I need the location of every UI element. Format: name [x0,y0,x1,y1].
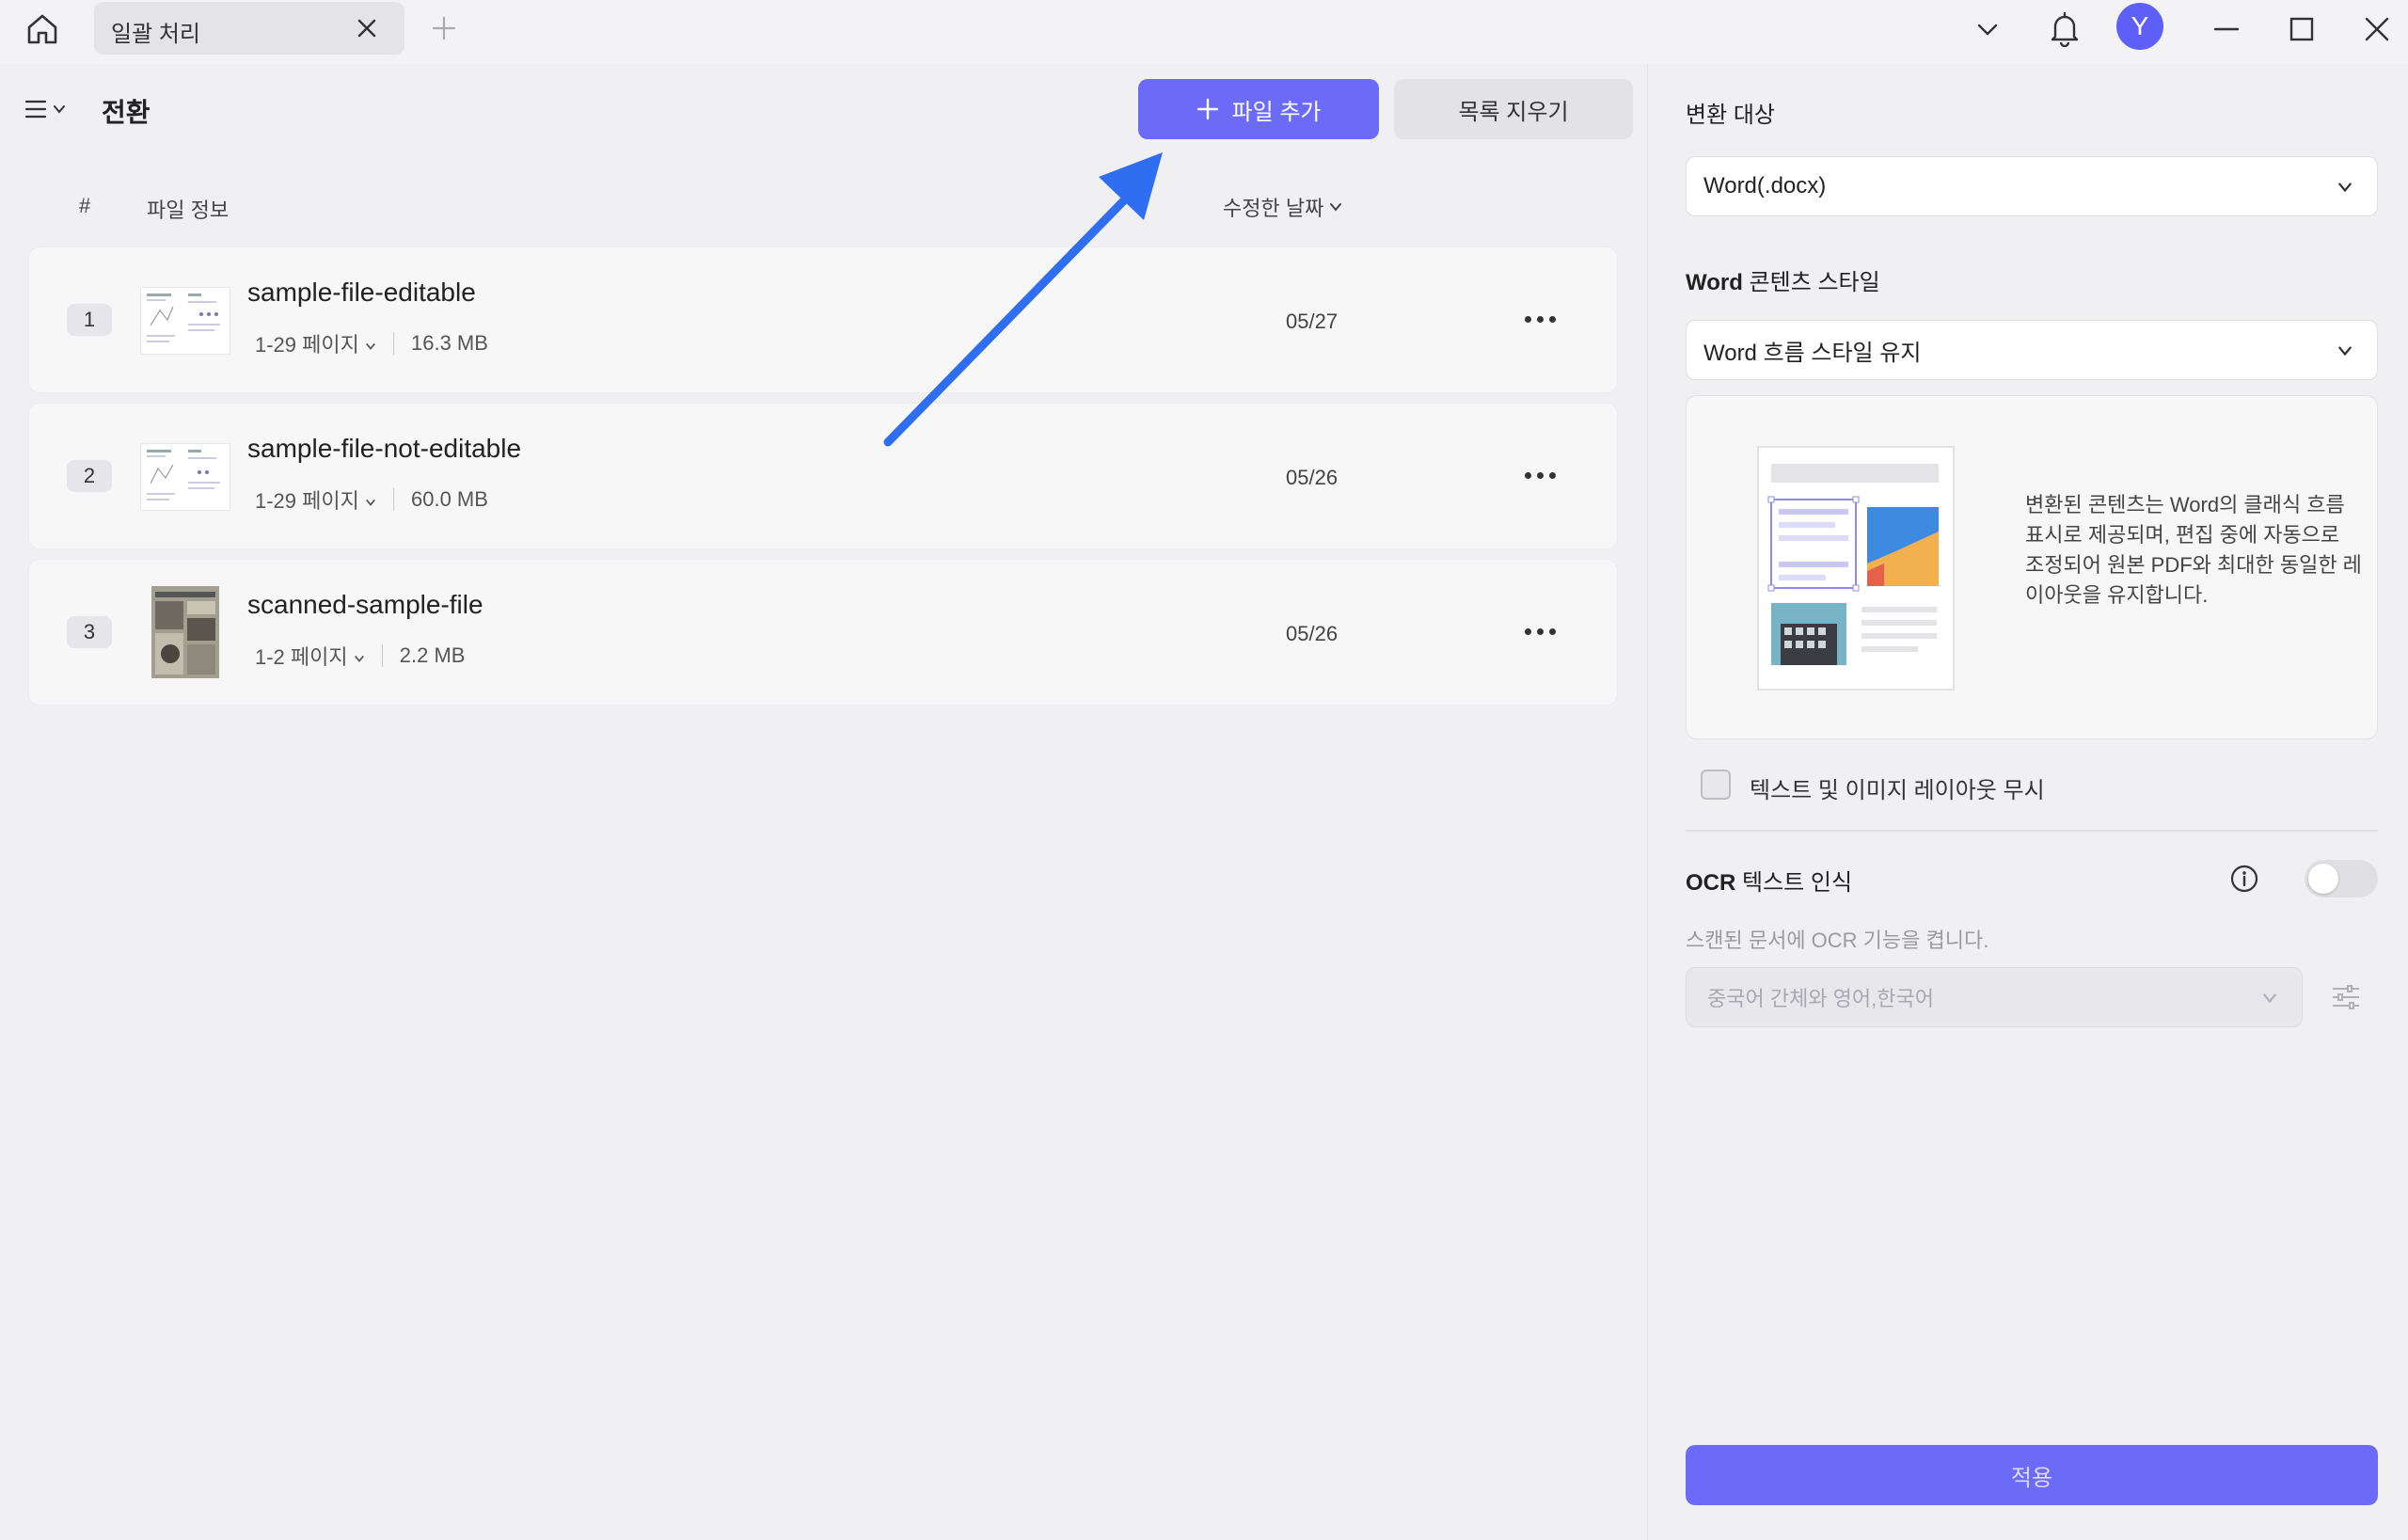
column-header-date: 수정한 날짜 [1223,197,1324,220]
file-row[interactable]: 2 sample-file-not-editable 1-29 페이지 60.0… [28,403,1618,549]
chevron-down-icon [366,342,375,350]
bell-icon [2051,11,2079,47]
file-date: 05/26 [1286,466,1339,489]
info-icon[interactable] [2227,862,2261,896]
file-row[interactable]: 3 scanned-sample-file 1-2 페이지 2.2 MB 05/… [28,559,1618,706]
more-options-button[interactable] [1513,612,1566,650]
divider [393,488,394,511]
minimize-button[interactable] [2203,6,2250,53]
divider [1686,830,2378,832]
page-range: 1-29 페이지 [255,489,359,513]
document-preview-illustration [1757,446,1955,691]
target-format-label: 변환 대상 [1686,103,1775,128]
page-range: 1-29 페이지 [255,333,359,357]
add-file-button[interactable]: 파일 추가 [1138,79,1379,139]
close-icon [2365,17,2389,41]
style-preview-description: 변환된 콘텐츠는 Word의 클래식 흐름 표시로 제공되며, 편집 중에 자동… [2025,493,2362,607]
conversion-settings-panel: 변환 대상 Word(.docx) Word 콘텐츠 스타일 Word 흐름 스… [1657,64,2408,1540]
ignore-layout-label: 텍스트 및 이미지 레이아웃 무시 [1750,778,2045,803]
more-icon [1524,315,1531,323]
close-window-button[interactable] [2353,6,2400,53]
column-header-date-sort[interactable]: 수정한 날짜 [1223,192,1342,222]
page-range-selector[interactable]: 1-2 페이지 [255,641,365,671]
column-header-file-info: 파일 정보 [147,198,230,222]
style-preview-card: 변환된 콘텐츠는 Word의 클래식 흐름 표시로 제공되며, 편집 중에 자동… [1686,395,2378,739]
more-icon [1524,471,1531,479]
file-row[interactable]: 1 sample-file-editable 1-29 페이지 16.3 MB … [28,246,1618,393]
dropdown-button[interactable] [1964,6,2011,53]
file-date: 05/27 [1286,310,1339,333]
more-options-button[interactable] [1513,456,1566,494]
content-style-select[interactable]: Word 흐름 스타일 유지 [1686,320,2378,380]
content-style-value: Word 흐름 스타일 유지 [1703,340,1922,366]
file-date: 05/26 [1286,622,1339,645]
plus-icon [1196,98,1218,120]
minimize-icon [2213,27,2240,31]
chevron-down-icon [2334,340,2356,362]
sliders-icon[interactable] [2327,978,2365,1016]
row-number: 2 [67,460,112,492]
section-title: 전환 [102,98,150,127]
menu-icon [24,100,47,119]
toggle-knob [2308,864,2338,894]
file-size: 60.0 MB [411,487,488,511]
tab-batch-process[interactable]: 일괄 처리 [94,2,404,55]
column-header-number: # [79,194,91,217]
ocr-language-select[interactable]: 중국어 간체와 영어,한국어 [1686,967,2303,1027]
new-tab-button[interactable] [425,9,463,47]
clear-list-button[interactable]: 목록 지우기 [1394,79,1633,139]
chevron-down-icon [354,655,364,662]
more-options-button[interactable] [1513,300,1566,338]
tab-label: 일괄 처리 [111,22,200,47]
target-format-select[interactable]: Word(.docx) [1686,156,2378,216]
file-list-panel: 전환 파일 추가 목록 지우기 # 파일 정보 수정한 날짜 1 sample-… [0,64,1648,1540]
chevron-down-icon [54,105,65,114]
user-avatar[interactable]: Y [2116,3,2163,50]
chevron-down-icon [2258,987,2281,1009]
ocr-language-value: 중국어 간체와 영어,한국어 [1707,987,1934,1010]
ocr-section-title: OCR 텍스트 인식 [1686,870,1853,896]
file-meta: 1-29 페이지 60.0 MB [255,484,488,515]
ocr-description: 스캔된 문서에 OCR 기능을 켭니다. [1686,929,1989,952]
file-thumbnail [140,443,230,511]
chevron-down-icon [366,499,375,506]
file-name: scanned-sample-file [247,590,483,619]
page-range: 1-2 페이지 [255,645,348,669]
chevron-down-icon [1330,203,1342,212]
home-icon [27,14,57,44]
file-size: 2.2 MB [399,643,466,667]
apply-button[interactable]: 적용 [1686,1445,2378,1505]
file-name: sample-file-not-editable [247,434,522,463]
title-bar: 일괄 처리 Y [0,0,2408,64]
maximize-button[interactable] [2278,6,2325,53]
home-button[interactable] [19,6,66,53]
file-meta: 1-29 페이지 16.3 MB [255,328,488,358]
file-thumbnail [140,287,230,355]
row-number: 1 [67,304,112,336]
plus-icon [432,16,456,40]
add-file-label: 파일 추가 [1231,99,1322,125]
tab-close-button[interactable] [350,11,384,45]
chevron-down-icon [2334,176,2356,198]
file-name: sample-file-editable [247,278,476,307]
maximize-icon [2289,17,2314,41]
file-size: 16.3 MB [411,331,488,355]
file-thumbnail [151,586,219,678]
page-range-selector[interactable]: 1-29 페이지 [255,328,376,358]
file-meta: 1-2 페이지 2.2 MB [255,641,465,671]
chevron-down-icon [1977,24,1998,36]
row-number: 3 [67,616,112,648]
more-icon [1524,627,1531,635]
menu-toggle-button[interactable] [24,90,77,128]
close-icon [357,19,376,38]
content-style-label: Word 콘텐츠 스타일 [1686,270,1880,295]
target-format-value: Word(.docx) [1703,173,1827,198]
ocr-toggle[interactable] [2305,860,2378,897]
divider [381,644,383,667]
divider [393,332,394,355]
notifications-button[interactable] [2041,6,2088,53]
ignore-layout-checkbox[interactable] [1701,770,1731,800]
page-range-selector[interactable]: 1-29 페이지 [255,484,376,515]
